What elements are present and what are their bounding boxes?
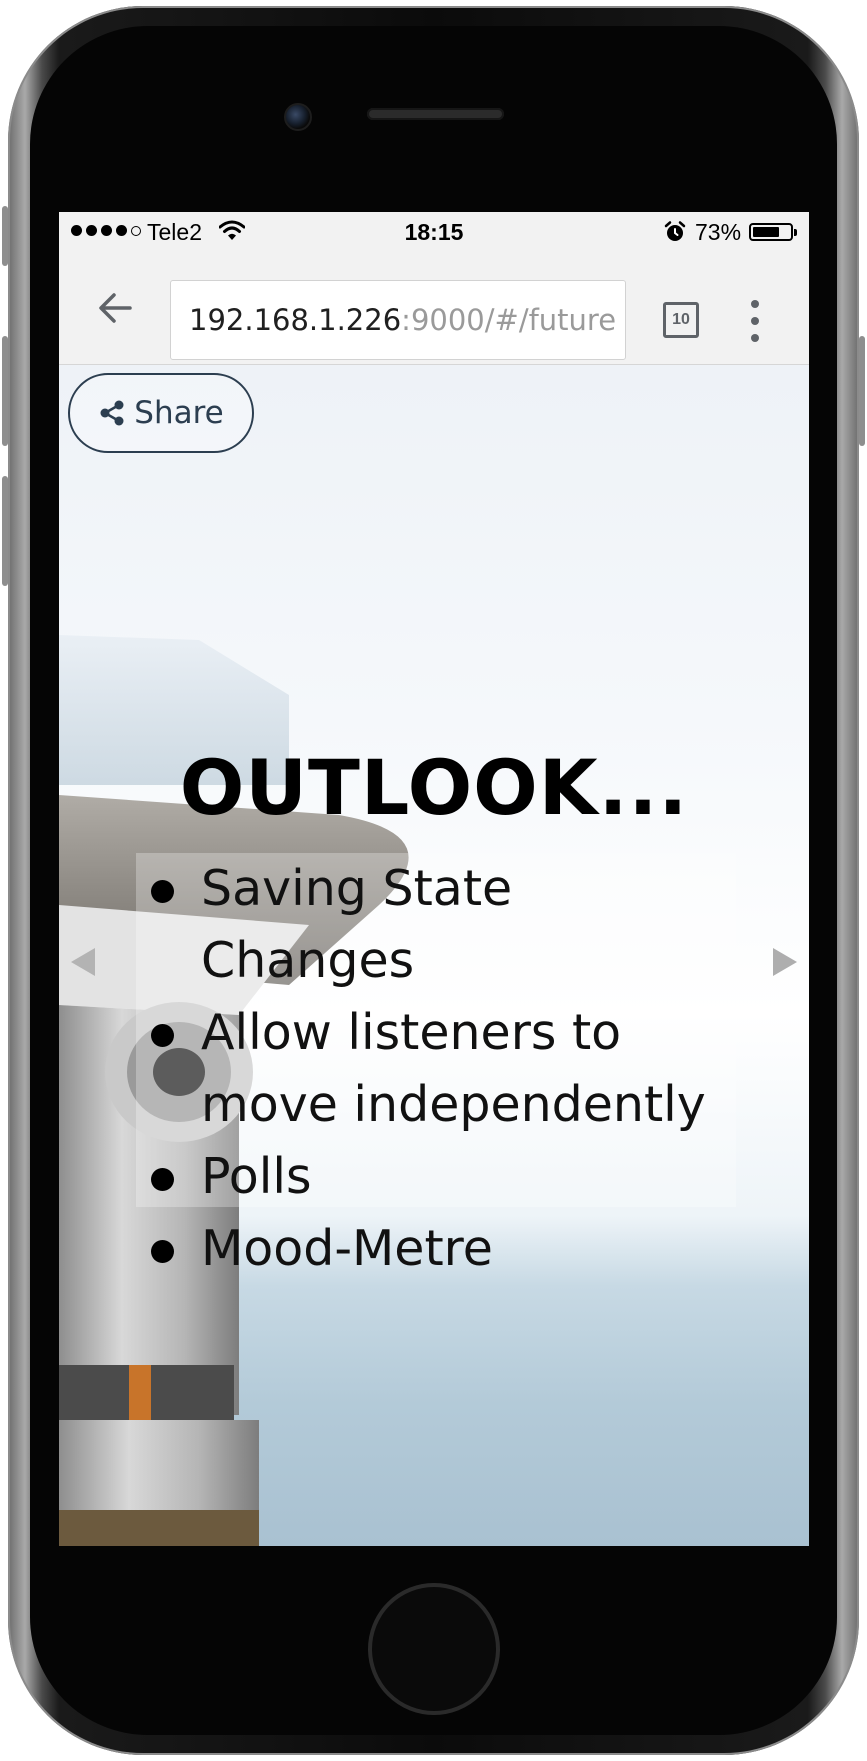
battery-icon: [749, 223, 797, 241]
slide-viewport: Share OUTLOOK... Saving State Changes Al…: [59, 365, 809, 1546]
overflow-menu-icon[interactable]: [747, 300, 763, 342]
next-slide-icon[interactable]: [773, 948, 797, 976]
slide-title: OUTLOOK...: [179, 743, 689, 832]
mute-switch: [2, 206, 8, 266]
list-item: Mood-Metre: [136, 1213, 736, 1285]
share-icon: [100, 400, 124, 426]
phone-screen: Tele2 18:15 73% 192.168.1.226:9000/#/fut…: [59, 212, 809, 1546]
previous-slide-icon[interactable]: [71, 948, 95, 976]
volume-up-button: [2, 336, 8, 446]
share-button[interactable]: Share: [68, 373, 254, 453]
volume-down-button: [2, 476, 8, 586]
back-arrow-icon: [99, 293, 132, 323]
tab-switcher-button[interactable]: 10: [663, 302, 699, 338]
share-label: Share: [134, 395, 224, 431]
alarm-icon: [664, 221, 686, 241]
battery-percentage: 73%: [695, 219, 742, 245]
url-path: :9000/#/future: [401, 303, 617, 337]
status-bar: Tele2 18:15 73%: [59, 212, 809, 252]
tab-count: 10: [672, 311, 690, 328]
back-button[interactable]: [89, 282, 141, 334]
home-button[interactable]: [368, 1583, 500, 1715]
bullet-list: Saving State Changes Allow listeners to …: [136, 853, 736, 1285]
list-item: Saving State Changes: [136, 853, 736, 997]
front-camera: [284, 103, 312, 131]
browser-toolbar: 192.168.1.226:9000/#/future 10: [59, 252, 809, 365]
list-item: Polls: [136, 1141, 736, 1213]
url-host: 192.168.1.226: [189, 303, 402, 337]
power-button: [859, 336, 865, 446]
earpiece-speaker: [367, 108, 504, 120]
list-item: Allow listeners to move independently: [136, 997, 736, 1141]
address-bar[interactable]: 192.168.1.226:9000/#/future: [170, 280, 626, 360]
